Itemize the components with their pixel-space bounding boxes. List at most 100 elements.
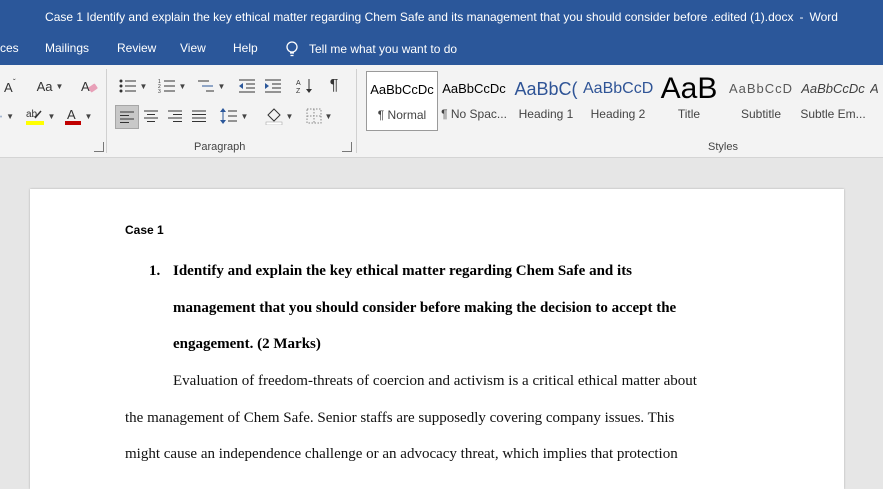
svg-text:ab: ab bbox=[26, 109, 38, 120]
style-sample: AaB bbox=[660, 72, 718, 105]
style-sample: A bbox=[870, 81, 879, 96]
body-line: the management of Chem Safe. Senior staf… bbox=[125, 410, 675, 426]
style-name: ¶ Normal bbox=[377, 108, 427, 122]
document-title: Case 1 Identify and explain the key ethi… bbox=[45, 9, 794, 24]
font-dialog-launcher[interactable] bbox=[94, 142, 104, 152]
document-page[interactable]: Case 1 1. Identify and explain the key e… bbox=[30, 189, 844, 489]
tell-me-box[interactable]: Tell me what you want to do bbox=[285, 41, 457, 57]
chevron-down-icon: ▼ bbox=[6, 111, 14, 121]
style-no-spacing[interactable]: AaBbCcDc ¶ No Spac... bbox=[439, 71, 509, 129]
pilcrow-icon: ¶ bbox=[329, 77, 339, 94]
align-center-button[interactable] bbox=[140, 105, 162, 127]
style-name: Heading 1 bbox=[518, 107, 574, 121]
show-formatting-marks-button[interactable]: ¶ bbox=[324, 75, 344, 97]
style-sample: AaBbC( bbox=[514, 79, 578, 99]
numbering-button[interactable]: 1 2 3 ▼ bbox=[155, 75, 189, 97]
paragraph-dialog-launcher[interactable] bbox=[342, 142, 352, 152]
chevron-down-icon: ▼ bbox=[240, 111, 249, 121]
style-sample: AaBbCcD bbox=[583, 80, 653, 97]
text-effects-icon: A bbox=[0, 114, 3, 118]
question-line: Identify and explain the key ethical mat… bbox=[173, 263, 633, 279]
question-line: management that you should consider befo… bbox=[173, 300, 677, 316]
lightbulb-icon bbox=[286, 41, 298, 57]
style-sample: AaBbCcDc bbox=[442, 81, 506, 96]
chevron-down-icon: ▼ bbox=[178, 81, 187, 91]
tab-review[interactable]: Review bbox=[117, 41, 156, 55]
svg-text:ˇ: ˇ bbox=[13, 78, 16, 87]
align-center-icon bbox=[144, 110, 158, 122]
line-spacing-icon bbox=[219, 108, 237, 124]
sort-button[interactable]: A Z bbox=[294, 75, 316, 97]
style-emphasis[interactable]: A bbox=[870, 71, 883, 129]
change-case-button[interactable]: Aa ▼ bbox=[33, 75, 67, 97]
case-heading: Case 1 bbox=[125, 223, 164, 237]
group-divider bbox=[356, 69, 357, 153]
style-sample: AaBbCcD bbox=[728, 81, 794, 96]
body-line: might cause an independence challenge or… bbox=[125, 446, 678, 462]
style-name: ¶ No Spac... bbox=[441, 107, 507, 121]
style-name: Subtitle bbox=[740, 107, 782, 121]
svg-text:Z: Z bbox=[296, 88, 301, 94]
chevron-down-icon: ▼ bbox=[139, 81, 148, 91]
align-left-button[interactable] bbox=[115, 105, 139, 129]
style-subtle-emphasis[interactable]: AaBbCcDc Subtle Em... bbox=[798, 71, 868, 129]
line-spacing-button[interactable]: ▼ bbox=[218, 105, 250, 127]
sort-icon: A Z bbox=[296, 79, 312, 94]
clear-formatting-icon: A bbox=[81, 79, 98, 94]
align-right-icon bbox=[168, 110, 182, 122]
style-name: Title bbox=[677, 107, 701, 121]
svg-text:A: A bbox=[296, 80, 301, 87]
bullets-button[interactable]: ▼ bbox=[116, 75, 150, 97]
highlight-color-button[interactable]: ab ▼ bbox=[24, 105, 56, 127]
shrink-font-button[interactable]: A ˇ bbox=[0, 75, 22, 97]
increase-indent-button[interactable] bbox=[262, 75, 284, 97]
style-title[interactable]: AaB Title bbox=[654, 71, 724, 129]
style-name: Subtle Em... bbox=[800, 107, 866, 121]
svg-text:A: A bbox=[67, 107, 76, 122]
chevron-down-icon: ▼ bbox=[55, 81, 64, 91]
align-left-icon bbox=[120, 111, 134, 123]
tab-help[interactable]: Help bbox=[233, 41, 258, 55]
increase-indent-icon bbox=[265, 79, 281, 93]
style-name: Heading 2 bbox=[590, 107, 646, 121]
question-number: 1. bbox=[149, 263, 161, 279]
justify-icon bbox=[192, 110, 206, 122]
ribbon-tabs: ces Mailings Review View Help Tell me wh… bbox=[0, 33, 883, 65]
paint-bucket-icon bbox=[265, 108, 282, 125]
style-subtitle[interactable]: AaBbCcD Subtitle bbox=[726, 71, 796, 129]
chevron-down-icon: ▼ bbox=[47, 111, 56, 121]
align-right-button[interactable] bbox=[164, 105, 186, 127]
app-name: Word bbox=[809, 9, 838, 24]
decrease-indent-icon bbox=[239, 79, 255, 93]
style-heading-1[interactable]: AaBbC( Heading 1 bbox=[511, 71, 581, 129]
clear-formatting-button[interactable]: A bbox=[78, 75, 100, 97]
text-effects-button[interactable]: A ▼ bbox=[0, 105, 14, 127]
tab-mailings[interactable]: Mailings bbox=[45, 41, 89, 55]
title-separator: - bbox=[799, 9, 804, 24]
borders-button[interactable]: ▼ bbox=[302, 105, 336, 127]
multilevel-list-button[interactable]: ▼ bbox=[194, 75, 228, 97]
decrease-indent-button[interactable] bbox=[236, 75, 258, 97]
change-case-label: Aa bbox=[36, 78, 53, 94]
svg-text:A: A bbox=[81, 79, 90, 94]
title-bar: Case 1 Identify and explain the key ethi… bbox=[0, 0, 883, 33]
body-line: Evaluation of freedom-threats of coercio… bbox=[173, 373, 697, 389]
styles-gallery: AaBbCcDc ¶ Normal AaBbCcDc ¶ No Spac... … bbox=[362, 69, 883, 133]
style-normal[interactable]: AaBbCcDc ¶ Normal bbox=[366, 71, 438, 131]
paragraph-group-label: Paragraph bbox=[194, 141, 246, 153]
group-divider bbox=[106, 69, 107, 153]
chevron-down-icon: ▼ bbox=[285, 111, 294, 121]
style-sample: AaBbCcDc bbox=[370, 82, 434, 97]
styles-group-label: Styles bbox=[708, 141, 738, 153]
chevron-down-icon: ▼ bbox=[324, 111, 333, 121]
shading-button[interactable]: ▼ bbox=[263, 105, 295, 127]
tab-references[interactable]: ces bbox=[0, 41, 19, 55]
font-color-button[interactable]: A ▼ bbox=[62, 105, 94, 127]
justify-button[interactable] bbox=[188, 105, 210, 127]
chevron-down-icon: ▼ bbox=[217, 81, 226, 91]
style-heading-2[interactable]: AaBbCcD Heading 2 bbox=[583, 71, 653, 129]
multilevel-list-icon bbox=[197, 80, 214, 92]
tab-view[interactable]: View bbox=[180, 41, 206, 55]
shrink-font-icon: A ˇ bbox=[4, 78, 16, 94]
font-color-icon: A bbox=[64, 107, 81, 125]
